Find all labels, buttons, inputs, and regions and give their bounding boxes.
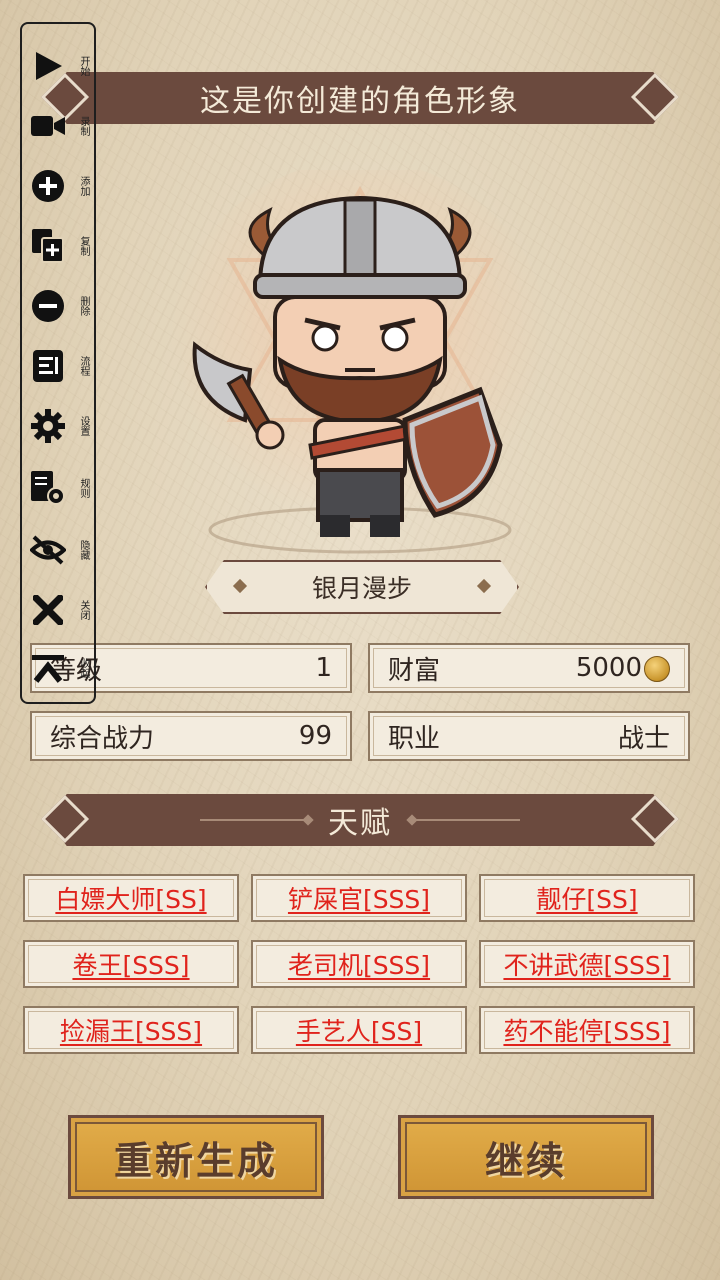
talent-item[interactable]: 捡漏王[SSS] bbox=[23, 1006, 239, 1054]
toolbar-label: 隐藏 bbox=[78, 540, 89, 560]
toolbar-label: 删除 bbox=[78, 296, 89, 316]
page-title: 这是你创建的角色形象 bbox=[200, 84, 520, 119]
talent-link[interactable]: 药不能停[SSS] bbox=[503, 1012, 670, 1048]
toolbar-label: 添加 bbox=[78, 176, 89, 196]
toolbar-settings[interactable]: 设置 bbox=[30, 402, 94, 450]
toolbar-label: 设置 bbox=[78, 416, 89, 436]
video-camera-icon bbox=[30, 108, 66, 144]
eye-off-icon bbox=[30, 532, 66, 568]
talent-title: 天赋 bbox=[328, 806, 392, 841]
play-icon bbox=[30, 48, 66, 84]
copy-icon bbox=[30, 228, 66, 264]
stat-class-value: 战士 bbox=[617, 723, 670, 754]
talent-item[interactable]: 铲屎官[SSS] bbox=[251, 874, 467, 922]
stat-wealth-label: 财富 bbox=[388, 655, 441, 686]
continue-button[interactable]: 继续 bbox=[398, 1115, 654, 1199]
stat-wealth-value: 5000 bbox=[575, 653, 642, 683]
toolbar-record[interactable]: 录制 bbox=[30, 102, 94, 150]
toolbar-label: 流程 bbox=[78, 356, 89, 376]
talent-item[interactable]: 不讲武德[SSS] bbox=[479, 940, 695, 988]
toolbar-start[interactable]: 开始 bbox=[30, 42, 94, 90]
stat-wealth: 财富 5000 bbox=[368, 643, 690, 693]
close-icon bbox=[30, 592, 66, 628]
talent-item[interactable]: 手艺人[SS] bbox=[251, 1006, 467, 1054]
collapse-icon bbox=[30, 650, 66, 686]
toolbar-label: 规则 bbox=[78, 478, 89, 498]
ornament-diamond bbox=[232, 578, 248, 594]
ornament-diamond bbox=[476, 578, 492, 594]
regenerate-button-label: 重新生成 bbox=[113, 1138, 278, 1183]
stat-class: 职业 战士 bbox=[368, 711, 690, 761]
talent-link[interactable]: 铲屎官[SSS] bbox=[288, 880, 430, 916]
talent-link[interactable]: 靓仔[SS] bbox=[536, 880, 637, 916]
floating-toolbar: 开始 录制 添加 复制 删除 流程 设置 规则 隐藏 关闭 收起 bbox=[20, 22, 96, 704]
toolbar-hide[interactable]: 隐藏 bbox=[30, 526, 94, 574]
toolbar-label: 收起 bbox=[78, 658, 89, 678]
flow-list-icon bbox=[30, 348, 66, 384]
talent-item[interactable]: 药不能停[SSS] bbox=[479, 1006, 695, 1054]
toolbar-label: 关闭 bbox=[78, 600, 89, 620]
divider-line bbox=[410, 819, 520, 821]
talent-link[interactable]: 不讲武德[SSS] bbox=[503, 946, 670, 982]
toolbar-add[interactable]: 添加 bbox=[30, 162, 94, 210]
title-banner: 这是你创建的角色形象 bbox=[48, 72, 672, 124]
talent-item[interactable]: 靓仔[SS] bbox=[479, 874, 695, 922]
stat-level-value: 1 bbox=[315, 653, 332, 683]
talent-item[interactable]: 白嫖大师[SS] bbox=[23, 874, 239, 922]
stat-power-value: 99 bbox=[298, 721, 332, 751]
talent-link[interactable]: 手艺人[SS] bbox=[296, 1012, 422, 1048]
stat-power-label: 综合战力 bbox=[50, 723, 155, 754]
talent-banner: 天赋 bbox=[48, 794, 672, 846]
talent-item[interactable]: 卷王[SSS] bbox=[23, 940, 239, 988]
character-name: 银月漫步 bbox=[311, 574, 412, 603]
plus-circle-icon bbox=[30, 168, 66, 204]
gear-icon bbox=[30, 408, 66, 444]
stat-class-label: 职业 bbox=[388, 723, 441, 754]
stat-wealth-group: 5000 bbox=[576, 653, 670, 683]
minus-circle-icon bbox=[30, 288, 66, 324]
talent-link[interactable]: 捡漏王[SSS] bbox=[60, 1012, 202, 1048]
talent-link[interactable]: 卷王[SSS] bbox=[72, 946, 189, 982]
stat-power: 综合战力 99 bbox=[30, 711, 352, 761]
character-name-plate: 银月漫步 bbox=[205, 560, 519, 614]
talent-link[interactable]: 白嫖大师[SS] bbox=[55, 880, 206, 916]
toolbar-label: 开始 bbox=[78, 56, 89, 76]
continue-button-label: 继续 bbox=[484, 1138, 567, 1183]
toolbar-flow[interactable]: 流程 bbox=[30, 342, 94, 390]
talent-item[interactable]: 老司机[SSS] bbox=[251, 940, 467, 988]
toolbar-label: 录制 bbox=[78, 116, 89, 136]
toolbar-close[interactable]: 关闭 bbox=[30, 586, 94, 634]
rules-icon bbox=[30, 470, 66, 506]
toolbar-label: 复制 bbox=[78, 236, 89, 256]
toolbar-collapse[interactable]: 收起 bbox=[30, 644, 94, 692]
talent-link[interactable]: 老司机[SSS] bbox=[288, 946, 430, 982]
regenerate-button[interactable]: 重新生成 bbox=[68, 1115, 324, 1199]
toolbar-delete[interactable]: 删除 bbox=[30, 282, 94, 330]
gold-coin-icon bbox=[644, 655, 670, 682]
toolbar-rules[interactable]: 规则 bbox=[30, 464, 94, 512]
divider-line bbox=[200, 819, 310, 821]
character-portrait bbox=[170, 170, 550, 554]
toolbar-copy[interactable]: 复制 bbox=[30, 222, 94, 270]
